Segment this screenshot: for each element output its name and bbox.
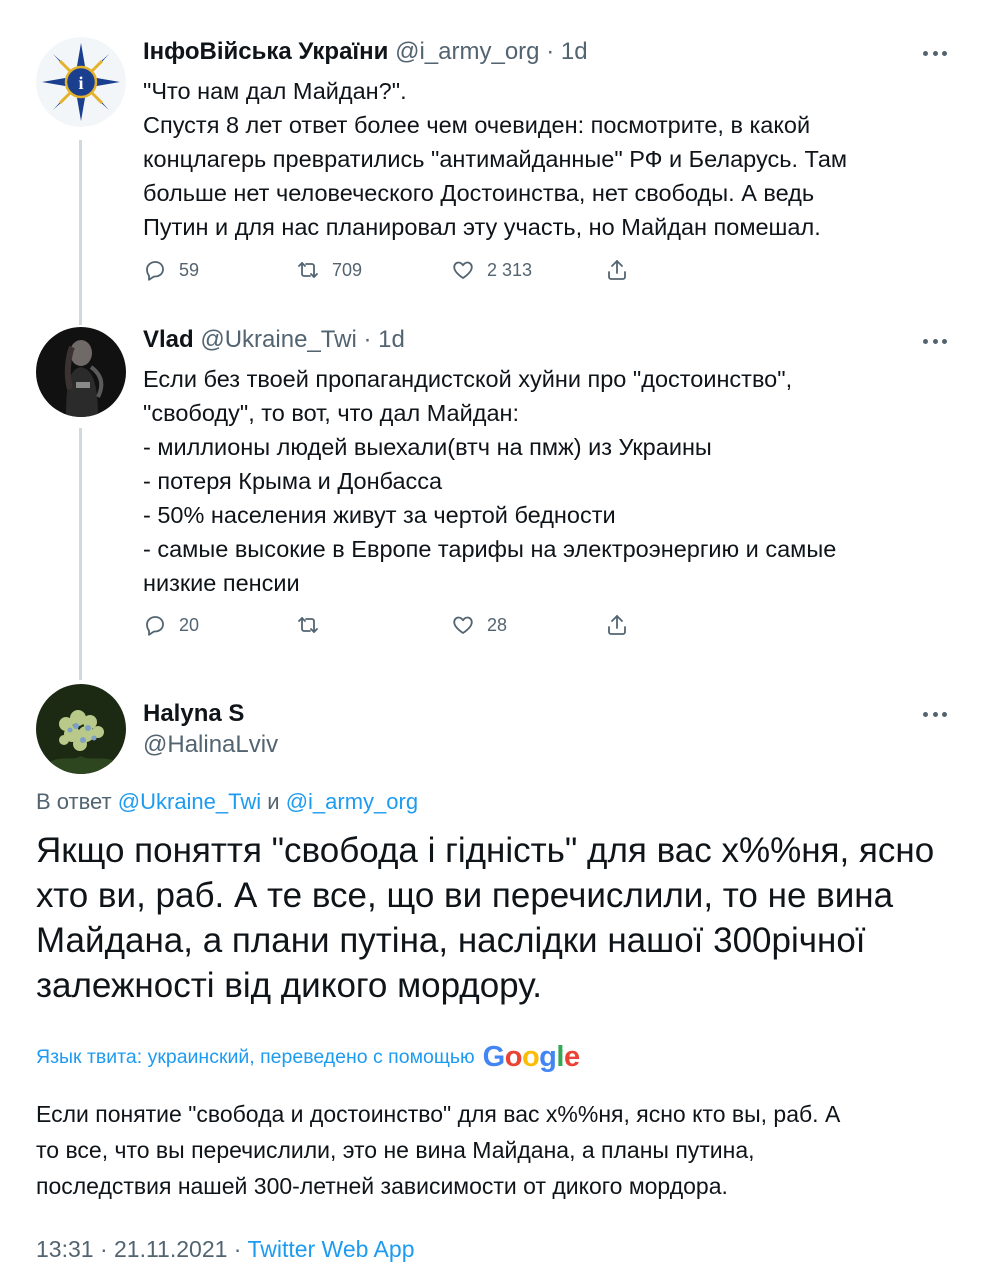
tweet-line: - миллионы людей выехали(втч на пмж) из … — [143, 434, 712, 460]
more-options-icon[interactable] — [923, 336, 947, 346]
translated-line: Если понятие "свобода и достоинство" для… — [36, 1101, 841, 1127]
more-options-icon[interactable] — [923, 48, 947, 58]
share-icon — [605, 258, 641, 282]
avatar[interactable]: i — [36, 37, 126, 127]
reply-context: В ответ @Ukraine_Twi и @i_army_org — [36, 789, 418, 815]
share-button[interactable] — [605, 610, 641, 640]
translation-notice[interactable]: Язык твита: украинский, переведено с пом… — [36, 1041, 580, 1074]
tweet-line: "Что нам дал Майдан?". — [143, 78, 407, 104]
like-count: 28 — [487, 614, 508, 635]
tweet-meta: 13:31 · 21.11.2021 · Twitter Web App — [36, 1236, 414, 1263]
tweet-actions: 59 709 2 313 — [143, 255, 663, 285]
reply-prefix: В ответ — [36, 789, 112, 814]
thread-line — [79, 140, 82, 325]
google-logo: Google — [482, 1041, 580, 1073]
reply-icon — [143, 258, 179, 282]
translation-label: Язык твита: украинский, переведено с пом… — [36, 1046, 475, 1068]
thread-line — [79, 428, 82, 680]
like-count: 2 313 — [487, 259, 533, 280]
tweet-line: больше нет человеческого Достоинства, не… — [143, 180, 815, 206]
reply-count: 59 — [179, 259, 200, 280]
tweet-text: Если без твоей пропагандистской хуйни пр… — [143, 362, 943, 600]
avatar[interactable] — [36, 684, 126, 774]
share-icon — [605, 613, 641, 637]
retweet-count: 709 — [332, 259, 363, 280]
display-name[interactable]: ІнфоВійська України — [143, 38, 388, 65]
more-options-icon[interactable] — [923, 709, 947, 719]
tweet-line: Спустя 8 лет ответ более чем очевиден: п… — [143, 112, 811, 138]
share-button[interactable] — [605, 255, 641, 285]
tweet-line: залежності від дикого мордору. — [36, 966, 542, 1005]
display-name[interactable]: Halyna S — [143, 700, 244, 727]
tweet-text: "Что нам дал Майдан?". Спустя 8 лет отве… — [143, 74, 943, 244]
source-app-link[interactable]: Twitter Web App — [247, 1236, 414, 1262]
translated-line: последствия нашей 300-летней зависимости… — [36, 1173, 728, 1199]
svg-text:i: i — [78, 73, 83, 93]
tweet-line: Если без твоей пропагандистской хуйни пр… — [143, 366, 793, 392]
heart-icon — [451, 258, 487, 282]
tweet-header: Vlad @Ukraine_Twi · 1d — [143, 325, 405, 355]
reply-user-link[interactable]: @i_army_org — [286, 789, 418, 814]
separator: · — [539, 38, 561, 65]
tweet-line: - потеря Крыма и Донбасса — [143, 468, 443, 494]
display-name-line: Halyna S — [143, 699, 244, 729]
timestamp[interactable]: 13:31 · 21.11.2021 · — [36, 1236, 241, 1262]
user-handle[interactable]: @Ukraine_Twi — [200, 326, 356, 353]
reply-button[interactable]: 59 — [143, 255, 199, 285]
tweet-actions: 20 28 — [143, 610, 663, 640]
heart-icon — [451, 613, 487, 637]
translated-text: Если понятие "свобода и достоинство" для… — [36, 1096, 956, 1204]
reply-count: 20 — [179, 614, 200, 635]
tweet-header: ІнфоВійська України @i_army_org · 1d — [143, 37, 588, 67]
retweet-button[interactable] — [296, 610, 332, 640]
reply-user-link[interactable]: @Ukraine_Twi — [118, 789, 261, 814]
translated-line: то все, что вы перечислили, это не вина … — [36, 1137, 755, 1163]
user-handle[interactable]: @HalinaLviv — [143, 731, 278, 758]
tweet-line: - 50% населения живут за чертой бедности — [143, 502, 616, 528]
tweet-line: Якщо поняття "свобода і гідність" для ва… — [36, 831, 935, 870]
like-button[interactable]: 28 — [451, 610, 507, 640]
separator: · — [356, 326, 379, 353]
tweet-line: "свободу", то вот, что дал Майдан: — [143, 400, 520, 426]
avatar[interactable] — [36, 327, 126, 417]
display-name[interactable]: Vlad — [143, 326, 194, 353]
tweet-time[interactable]: 1d — [561, 38, 588, 65]
like-button[interactable]: 2 313 — [451, 255, 532, 285]
tweet-line: низкие пенсии — [143, 570, 300, 596]
retweet-icon — [296, 258, 332, 282]
handle-line: @HalinaLviv — [143, 730, 278, 760]
retweet-button[interactable]: 709 — [296, 255, 362, 285]
tweet-line: Путин и для нас планировал эту участь, н… — [143, 214, 821, 240]
user-handle[interactable]: @i_army_org — [395, 38, 539, 65]
retweet-icon — [296, 613, 332, 637]
tweet-line: концлагерь превратились "антимайданные" … — [143, 146, 848, 172]
reply-icon — [143, 613, 179, 637]
tweet-text: Якщо поняття "свобода і гідність" для ва… — [36, 828, 956, 1008]
tweet-time[interactable]: 1d — [378, 326, 405, 353]
reply-and: и — [267, 789, 280, 814]
tweet-line: хто ви, раб. А те все, що ви перечислили… — [36, 876, 894, 915]
reply-button[interactable]: 20 — [143, 610, 199, 640]
tweet-line: - самые высокие в Европе тарифы на элект… — [143, 536, 837, 562]
tweet-line: Майдана, а плани путіна, наслідки нашої … — [36, 921, 866, 960]
